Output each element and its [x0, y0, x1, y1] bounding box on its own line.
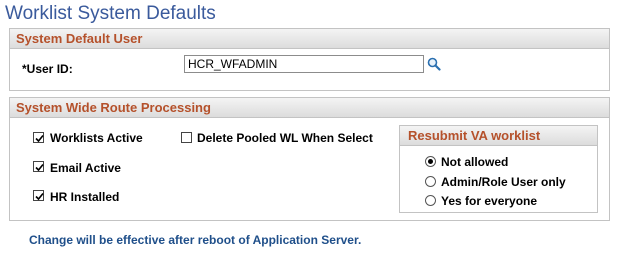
resubmit-va-worklist-group: Resubmit VA worklist Not allowed Admin/R… [399, 125, 598, 213]
hr-installed-label: HR Installed [50, 190, 120, 204]
not-allowed-radio[interactable] [425, 156, 436, 167]
delete-pooled-wl-checkbox[interactable] [181, 132, 192, 143]
delete-pooled-wl-label: Delete Pooled WL When Select [197, 131, 373, 145]
email-active-checkbox[interactable] [33, 161, 44, 172]
page-title: Worklist System Defaults [5, 3, 216, 24]
system-default-user-header: System Default User [10, 29, 609, 49]
reboot-notice: Change will be effective after reboot of… [29, 233, 362, 247]
route-processing-group: System Wide Route Processing Worklists A… [9, 97, 610, 221]
worklists-active-checkbox[interactable] [33, 132, 44, 143]
email-active-label: Email Active [50, 161, 121, 175]
user-id-input[interactable]: HCR_WFADMIN [184, 55, 424, 73]
not-allowed-label: Not allowed [441, 155, 509, 169]
admin-role-user-only-label: Admin/Role User only [441, 175, 566, 189]
magnifier-lookup-icon[interactable] [427, 57, 441, 76]
route-processing-header: System Wide Route Processing [10, 98, 609, 118]
user-id-label: *User ID: [22, 62, 73, 76]
resubmit-va-worklist-header: Resubmit VA worklist [400, 126, 597, 146]
yes-for-everyone-label: Yes for everyone [441, 194, 538, 208]
admin-role-user-only-radio[interactable] [425, 176, 436, 187]
system-default-user-group: System Default User *User ID: HCR_WFADMI… [9, 28, 610, 91]
hr-installed-checkbox[interactable] [33, 190, 44, 201]
yes-for-everyone-radio[interactable] [425, 195, 436, 206]
worklists-active-label: Worklists Active [50, 131, 143, 145]
